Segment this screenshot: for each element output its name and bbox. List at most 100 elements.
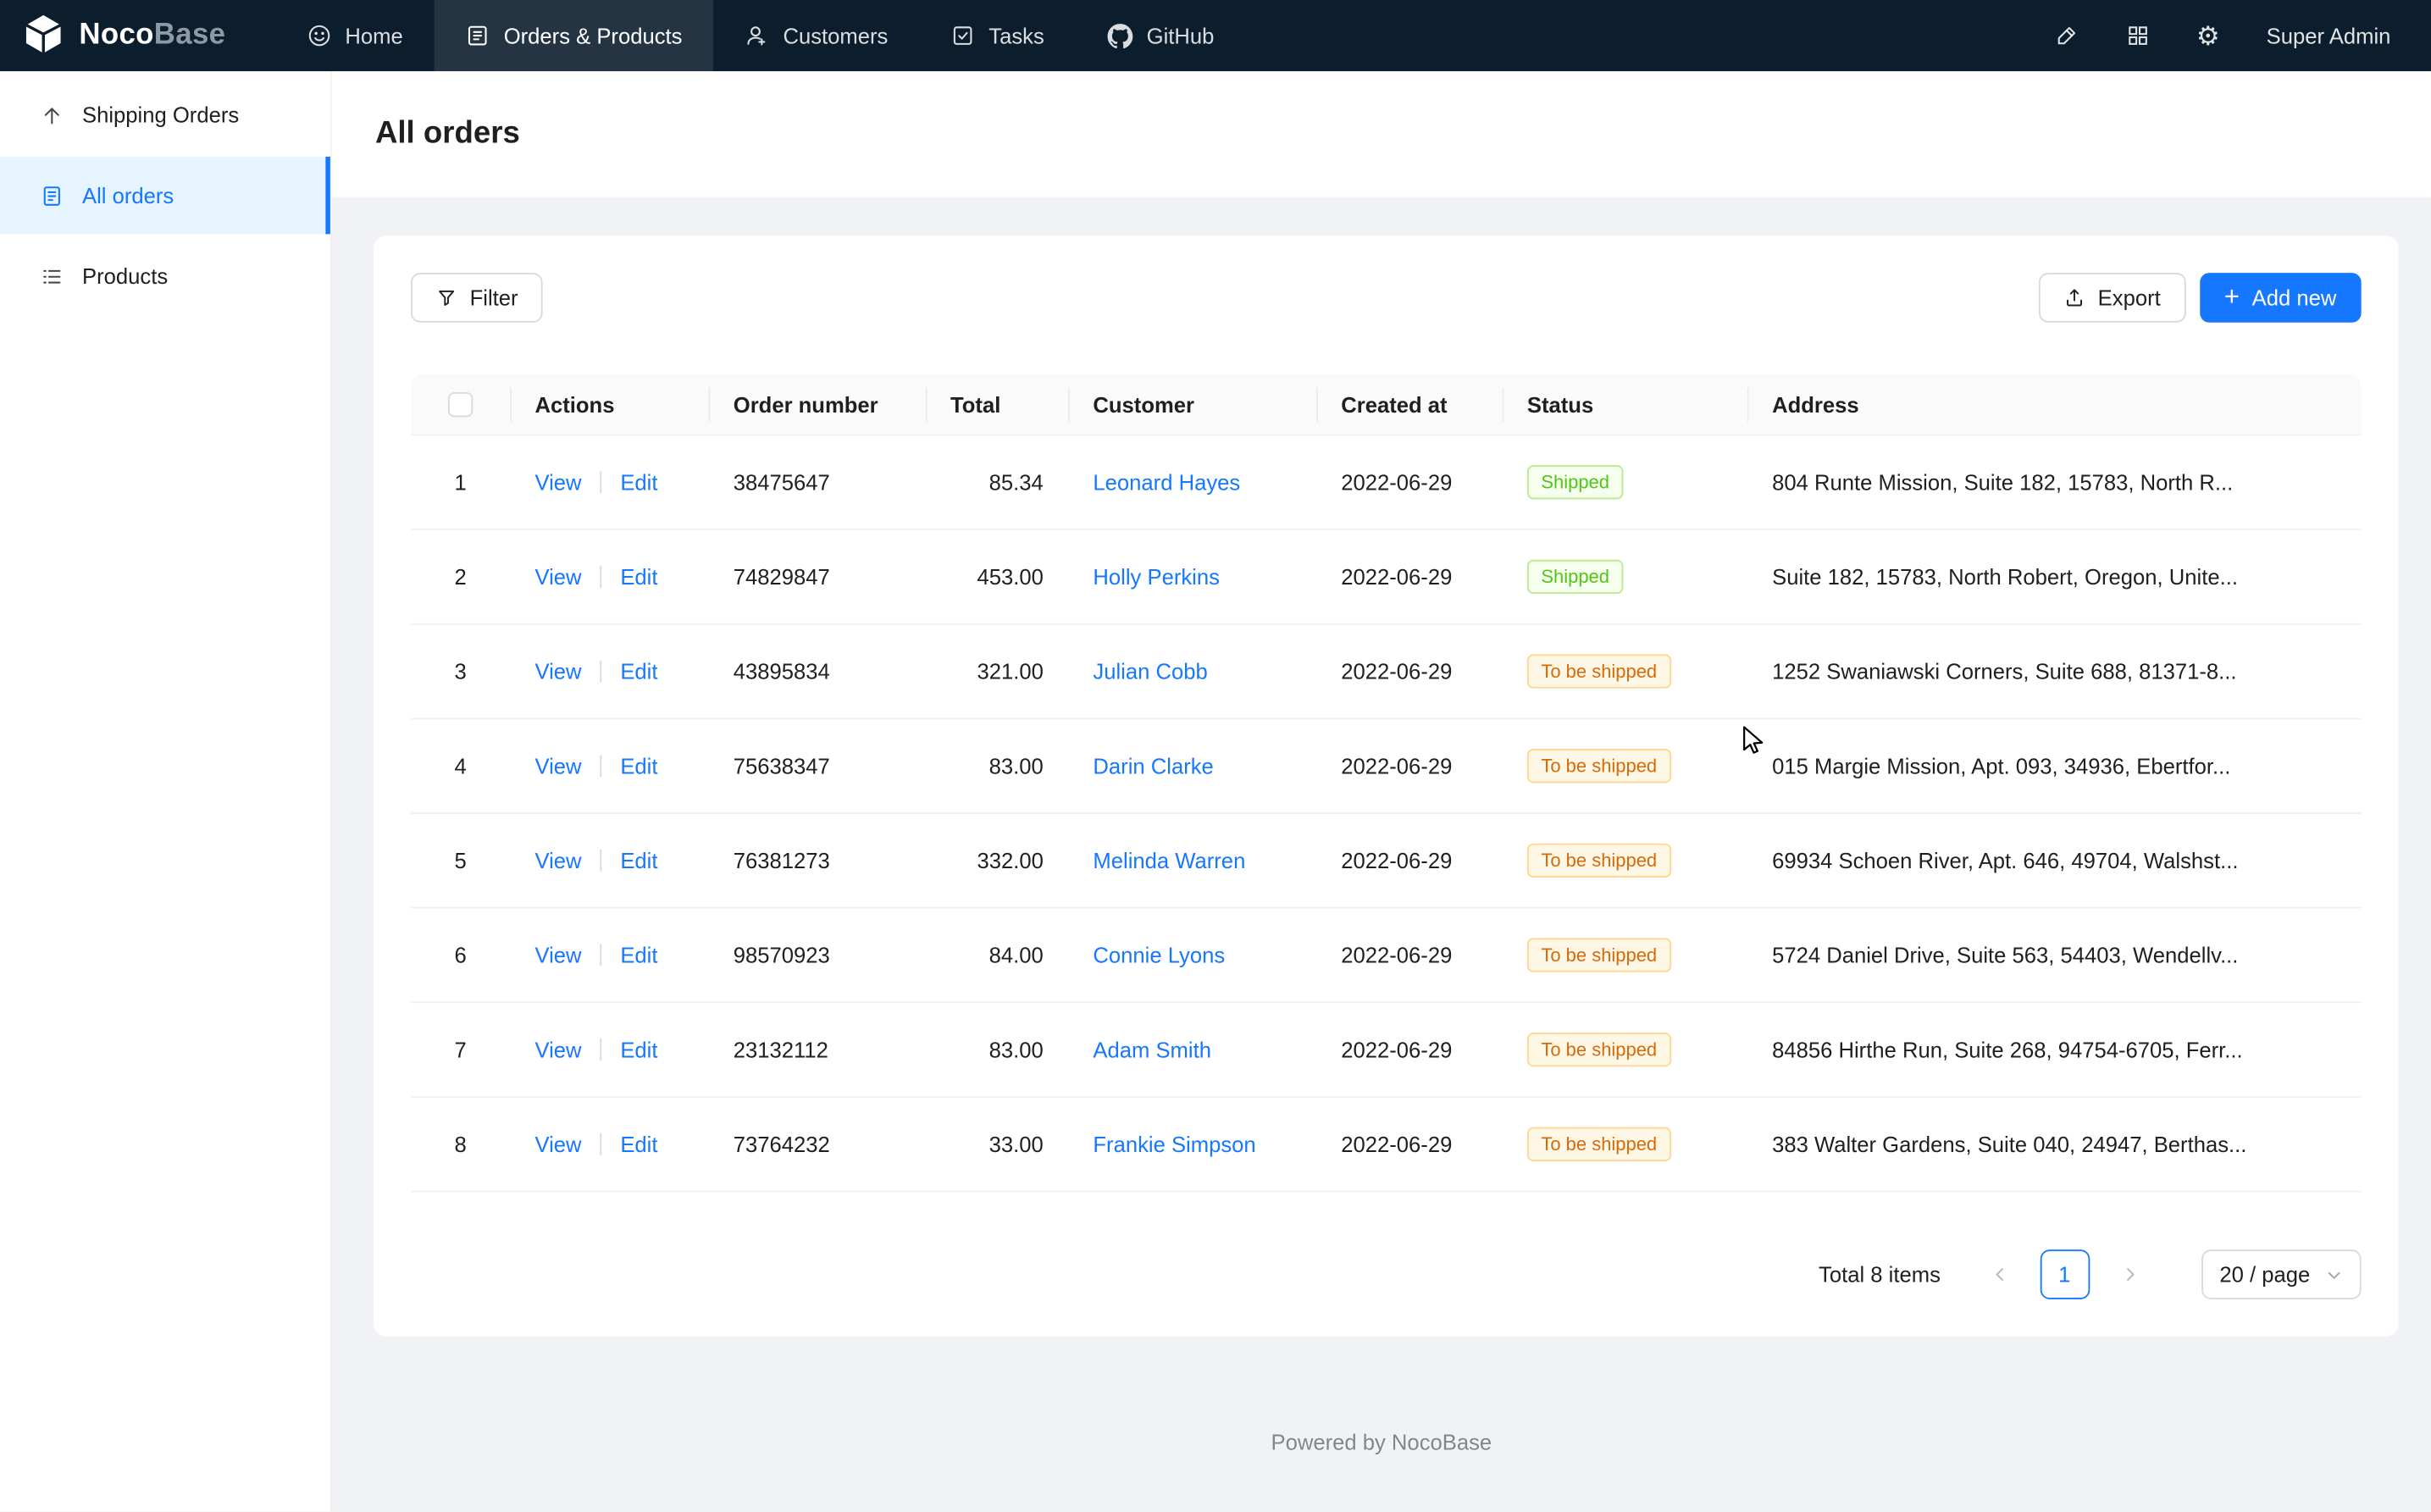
- nav-item-orders-products[interactable]: Orders & Products: [434, 0, 713, 71]
- customer-link[interactable]: Julian Cobb: [1093, 659, 1207, 684]
- row-index-cell: 5: [411, 848, 510, 872]
- view-link[interactable]: View: [534, 1038, 581, 1062]
- status-cell: To be shipped: [1503, 654, 1747, 688]
- nav-item-github[interactable]: GitHub: [1075, 0, 1245, 71]
- customer-cell: Darin Clarke: [1068, 754, 1316, 778]
- select-all-checkbox[interactable]: [448, 391, 473, 416]
- edit-link[interactable]: Edit: [620, 564, 657, 589]
- select-all-header: [411, 374, 510, 434]
- actions-cell: View Edit: [510, 848, 708, 872]
- table-header: Actions Order number Total Customer Crea…: [411, 374, 2362, 435]
- edit-link[interactable]: Edit: [620, 848, 657, 872]
- edit-link[interactable]: Edit: [620, 754, 657, 778]
- customer-cell: Julian Cobb: [1068, 659, 1316, 684]
- page-number-button[interactable]: 1: [2040, 1249, 2090, 1299]
- next-page-button[interactable]: [2108, 1253, 2151, 1296]
- customer-link[interactable]: Connie Lyons: [1093, 943, 1225, 967]
- highlighter-icon[interactable]: [2053, 23, 2078, 47]
- view-link[interactable]: View: [534, 659, 581, 684]
- list-icon: [41, 264, 64, 287]
- view-link[interactable]: View: [534, 848, 581, 872]
- edit-link[interactable]: Edit: [620, 470, 657, 495]
- actions-cell: View Edit: [510, 943, 708, 967]
- status-badge: To be shipped: [1527, 749, 1671, 783]
- address-cell: 015 Margie Mission, Apt. 093, 34936, Ebe…: [1747, 754, 2362, 778]
- edit-link[interactable]: Edit: [620, 1038, 657, 1062]
- nav-item-home[interactable]: Home: [275, 0, 434, 71]
- edit-link[interactable]: Edit: [620, 943, 657, 967]
- action-divider: [601, 566, 602, 588]
- page-header: All orders: [332, 71, 2431, 197]
- row-index: 7: [454, 1038, 466, 1062]
- action-divider: [601, 471, 602, 493]
- app: NocoBase Home Orders & Products Customer…: [0, 0, 2431, 1512]
- action-divider: [601, 850, 602, 872]
- sidebar-item-shipping-orders[interactable]: Shipping Orders: [0, 76, 330, 154]
- row-index: 2: [454, 564, 466, 589]
- column-header-address: Address: [1747, 374, 2362, 434]
- total-cell: 321.00: [926, 659, 1068, 684]
- status-badge: Shipped: [1527, 465, 1624, 499]
- edit-link[interactable]: Edit: [620, 1132, 657, 1156]
- github-icon: [1106, 23, 1132, 49]
- customer-link[interactable]: Darin Clarke: [1093, 754, 1213, 778]
- created-at-cell: 2022-06-29: [1316, 659, 1503, 684]
- pagination: Total 8 items 1 20 / page: [411, 1249, 2362, 1299]
- customer-cell: Melinda Warren: [1068, 848, 1316, 872]
- address-cell: 804 Runte Mission, Suite 182, 15783, Nor…: [1747, 470, 2362, 495]
- address-cell: 1252 Swaniawski Corners, Suite 688, 8137…: [1747, 659, 2362, 684]
- nav-item-label: Home: [345, 23, 402, 47]
- order-number-cell: 23132112: [708, 1038, 925, 1062]
- nav-item-tasks[interactable]: Tasks: [919, 0, 1075, 71]
- tasks-icon: [950, 23, 975, 47]
- customer-link[interactable]: Melinda Warren: [1093, 848, 1245, 872]
- export-button[interactable]: Export: [2039, 273, 2185, 323]
- customer-cell: Frankie Simpson: [1068, 1132, 1316, 1156]
- actions-cell: View Edit: [510, 564, 708, 589]
- edit-link[interactable]: Edit: [620, 659, 657, 684]
- customer-link[interactable]: Frankie Simpson: [1093, 1132, 1255, 1156]
- brand[interactable]: NocoBase: [0, 12, 253, 60]
- sidebar-item-products[interactable]: Products: [0, 237, 330, 315]
- nav-item-label: Customers: [783, 23, 888, 47]
- page-size-select[interactable]: 20 / page: [2201, 1249, 2361, 1299]
- order-number-cell: 75638347: [708, 754, 925, 778]
- navbar-actions: ⚙ Super Admin: [2053, 23, 2431, 49]
- row-index: 3: [454, 659, 466, 684]
- status-cell: To be shipped: [1503, 1033, 1747, 1066]
- export-button-label: Export: [2098, 285, 2161, 310]
- view-link[interactable]: View: [534, 754, 581, 778]
- actions-cell: View Edit: [510, 1038, 708, 1062]
- prev-page-button[interactable]: [1978, 1253, 2021, 1296]
- order-number-cell: 74829847: [708, 564, 925, 589]
- created-at-cell: 2022-06-29: [1316, 564, 1503, 589]
- status-cell: To be shipped: [1503, 844, 1747, 878]
- page-size-value: 20 / page: [2219, 1262, 2310, 1287]
- row-index-cell: 8: [411, 1132, 510, 1156]
- actions-cell: View Edit: [510, 470, 708, 495]
- view-link[interactable]: View: [534, 943, 581, 967]
- total-cell: 83.00: [926, 1038, 1068, 1062]
- filter-button[interactable]: Filter: [411, 273, 543, 323]
- gear-icon[interactable]: ⚙: [2196, 23, 2220, 49]
- row-index: 6: [454, 943, 466, 967]
- orders-icon: [465, 23, 490, 47]
- customer-link[interactable]: Holly Perkins: [1093, 564, 1220, 589]
- row-index-cell: 7: [411, 1038, 510, 1062]
- nav-item-customers[interactable]: Customers: [713, 0, 919, 71]
- add-new-button[interactable]: + Add new: [2200, 273, 2362, 323]
- address-cell: 84856 Hirthe Run, Suite 268, 94754-6705,…: [1747, 1038, 2362, 1062]
- customer-link[interactable]: Adam Smith: [1093, 1038, 1211, 1062]
- view-link[interactable]: View: [534, 470, 581, 495]
- order-file-icon: [41, 184, 64, 207]
- status-badge: To be shipped: [1527, 1127, 1671, 1161]
- created-at-cell: 2022-06-29: [1316, 943, 1503, 967]
- customer-link[interactable]: Leonard Hayes: [1093, 470, 1240, 495]
- orders-table: Actions Order number Total Customer Crea…: [411, 374, 2362, 1192]
- view-link[interactable]: View: [534, 564, 581, 589]
- status-cell: Shipped: [1503, 560, 1747, 594]
- plugins-grid-icon[interactable]: [2125, 23, 2150, 47]
- user-menu[interactable]: Super Admin: [2267, 23, 2391, 47]
- sidebar-item-all-orders[interactable]: All orders: [0, 157, 330, 235]
- view-link[interactable]: View: [534, 1132, 581, 1156]
